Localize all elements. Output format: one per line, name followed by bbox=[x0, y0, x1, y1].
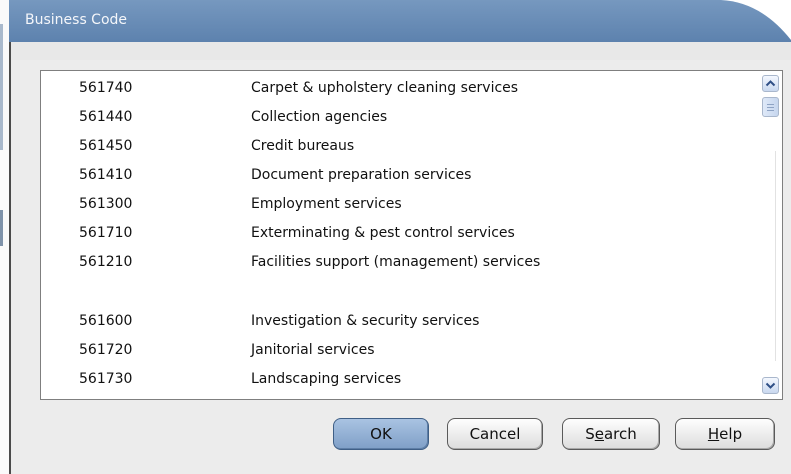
list-item[interactable]: 561730 Landscaping services bbox=[41, 362, 758, 391]
business-description: Collection agencies bbox=[251, 109, 388, 125]
dialog-body: 561740 Carpet & upholstery cleaning serv… bbox=[9, 42, 791, 474]
business-code: 561600 bbox=[79, 313, 133, 329]
business-code: 561210 bbox=[79, 254, 133, 270]
chevron-down-icon[interactable] bbox=[762, 377, 779, 394]
help-button[interactable]: Help bbox=[675, 418, 775, 450]
business-description: Janitorial services bbox=[251, 342, 375, 358]
window-title: Business Code bbox=[25, 12, 128, 28]
business-description: Employment services bbox=[251, 196, 402, 212]
business-code: 561740 bbox=[79, 80, 133, 96]
vertical-scrollbar[interactable] bbox=[758, 71, 782, 399]
list-item[interactable]: 561300 Employment services bbox=[41, 187, 758, 216]
background-window-accent bbox=[0, 24, 3, 150]
list-item[interactable]: 561720 Janitorial services bbox=[41, 333, 758, 362]
list-item[interactable]: 561710 Exterminating & pest control serv… bbox=[41, 216, 758, 245]
title-bar[interactable]: Business Code bbox=[9, 0, 791, 42]
list-item[interactable]: 561600 Investigation & security services bbox=[41, 304, 758, 333]
business-description: Carpet & upholstery cleaning services bbox=[251, 80, 519, 96]
list-item[interactable]: 561210 Facilities support (management) s… bbox=[41, 245, 758, 304]
business-code: 561720 bbox=[79, 342, 133, 358]
search-button[interactable]: Search bbox=[562, 418, 660, 450]
business-description: Landscaping services bbox=[251, 371, 402, 387]
background-window-accent bbox=[0, 210, 3, 246]
scrollbar-thumb[interactable] bbox=[762, 97, 779, 117]
business-code: 561730 bbox=[79, 371, 133, 387]
business-code: 561450 bbox=[79, 138, 133, 154]
ok-button[interactable]: OK bbox=[333, 418, 429, 450]
business-description: Document preparation services bbox=[251, 167, 472, 183]
business-code-list[interactable]: 561740 Carpet & upholstery cleaning serv… bbox=[40, 70, 783, 400]
list-item[interactable]: 561440 Collection agencies bbox=[41, 100, 758, 129]
list-item[interactable]: 561740 Carpet & upholstery cleaning serv… bbox=[41, 71, 758, 100]
business-code: 561440 bbox=[79, 109, 133, 125]
business-code: 561410 bbox=[79, 167, 133, 183]
chevron-up-icon[interactable] bbox=[762, 75, 779, 92]
business-code: 561710 bbox=[79, 225, 133, 241]
cancel-button[interactable]: Cancel bbox=[447, 418, 543, 450]
business-description: Exterminating & pest control services bbox=[251, 225, 515, 241]
list-item[interactable]: 561450 Credit bureaus bbox=[41, 129, 758, 158]
list-item[interactable]: 561410 Document preparation services bbox=[41, 158, 758, 187]
business-description: Credit bureaus bbox=[251, 138, 355, 154]
business-description: Investigation & security services bbox=[251, 313, 480, 329]
business-code-dialog: Business Code 561740 Carpet & upholstery… bbox=[9, 0, 791, 474]
business-code: 561300 bbox=[79, 196, 133, 212]
business-description: Facilities support (management) services bbox=[251, 254, 541, 270]
